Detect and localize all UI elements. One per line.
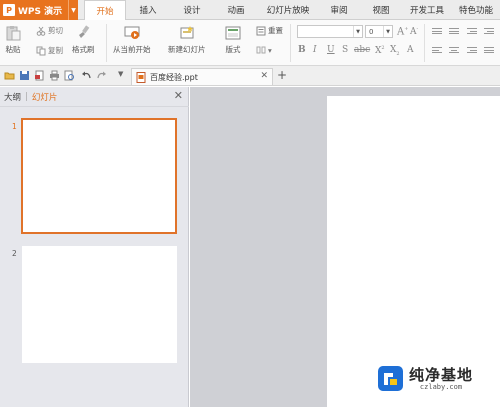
pane-header: 大纲 | 幻灯片 ✕ — [0, 87, 189, 107]
layout-label: 版式 — [225, 45, 241, 54]
document-tab[interactable]: 百度经验.ppt ✕ — [131, 68, 273, 85]
copy-icon — [36, 46, 46, 55]
tab-view[interactable]: 视图 — [360, 0, 402, 19]
slide-number-2: 2 — [12, 249, 17, 258]
paste-icon — [6, 26, 21, 41]
format-painter-button[interactable]: 格式刷 — [72, 25, 95, 55]
format-painter-label: 格式刷 — [72, 45, 95, 54]
paste-button[interactable]: 粘贴 — [5, 25, 21, 55]
paste-label: 粘贴 — [5, 45, 21, 54]
slide-thumbnail-2[interactable] — [22, 246, 177, 363]
slide-thumbnail-pane: 大纲 | 幻灯片 ✕ 1 2 — [0, 87, 189, 407]
document-tab-bar: ▼ 百度经验.ppt ✕ + — [0, 66, 500, 86]
bullet-list-icon[interactable] — [432, 28, 442, 37]
reset-button[interactable]: 重置 — [256, 25, 283, 36]
italic-icon[interactable]: I — [313, 45, 317, 55]
reset-icon — [256, 26, 266, 35]
slide-editor-area — [190, 87, 500, 407]
document-tab-filename: 百度经验.ppt — [150, 72, 198, 82]
tab-review[interactable]: 审阅 — [318, 0, 360, 19]
tab-design[interactable]: 设计 — [170, 0, 214, 19]
chevron-down-icon: ▼ — [353, 26, 362, 37]
tab-slideshow[interactable]: 幻灯片放映 — [258, 0, 318, 19]
print-icon[interactable] — [49, 70, 60, 81]
tab-developer-tools[interactable]: 开发工具 — [402, 0, 452, 19]
font-color-icon[interactable]: A — [407, 45, 414, 55]
reset-label: 重置 — [268, 26, 283, 35]
play-from-current-button[interactable]: 从当前开始 — [113, 25, 151, 55]
font-size-select[interactable]: 0 ▼ — [365, 25, 393, 38]
font-name-select[interactable]: ▼ — [297, 25, 363, 38]
tab-home[interactable]: 开始 — [84, 0, 126, 21]
play-slideshow-icon — [124, 26, 140, 39]
app-menu-dropdown-icon[interactable]: ▼ — [68, 0, 78, 20]
superscript-icon[interactable]: X2 — [375, 45, 385, 56]
new-slide-label: 新建幻灯片 — [168, 45, 206, 54]
close-pane-icon[interactable]: ✕ — [174, 89, 183, 102]
menu-bar: P WPS 演示 ▼ 开始 插入 设计 动画 幻灯片放映 审阅 视图 开发工具 … — [0, 0, 500, 21]
section-icon — [256, 46, 266, 54]
grow-font-icon[interactable]: A+ — [397, 26, 408, 37]
watermark-title: 纯净基地 — [409, 365, 474, 384]
new-slide-icon — [180, 26, 194, 39]
slide-thumbnail-1[interactable] — [21, 118, 177, 234]
ribbon-divider — [424, 24, 425, 62]
watermark-logo-icon — [378, 366, 403, 391]
close-tab-icon[interactable]: ✕ — [260, 71, 268, 81]
cut-button[interactable]: 剪切 — [36, 25, 63, 36]
watermark: 纯净基地 czlaby.com — [377, 365, 473, 392]
layout-icon — [225, 26, 241, 40]
app-menu-button[interactable]: P WPS 演示 ▼ — [0, 0, 78, 20]
ribbon-toolbar: 粘贴 剪切 复制 格式刷 从当前开始 新建幻灯片 版式 重置 ▾ ▼ 0 ▼ A… — [0, 20, 500, 66]
decrease-indent-icon[interactable] — [467, 28, 477, 37]
shadow-s-icon[interactable]: S — [342, 45, 348, 55]
align-left-icon[interactable] — [432, 47, 442, 56]
export-pdf-icon[interactable] — [34, 70, 45, 81]
section-button[interactable]: ▾ — [256, 45, 272, 55]
slide-canvas[interactable] — [327, 96, 500, 407]
numbered-list-icon[interactable] — [449, 28, 459, 37]
quick-access-dropdown-icon[interactable]: ▼ — [118, 70, 123, 78]
wps-presentation-logo-icon: P — [3, 4, 15, 16]
scissors-icon — [36, 26, 46, 36]
underline-icon[interactable]: U — [327, 45, 335, 55]
play-from-current-label: 从当前开始 — [113, 45, 151, 54]
ribbon-divider — [290, 24, 291, 62]
align-right-icon[interactable] — [467, 47, 477, 56]
strikethrough-icon[interactable]: abc — [354, 45, 370, 55]
new-slide-button[interactable]: 新建幻灯片 — [168, 25, 206, 55]
cut-label: 剪切 — [48, 26, 63, 35]
layout-button[interactable]: 版式 — [225, 25, 241, 55]
copy-button[interactable]: 复制 — [36, 45, 63, 56]
font-size-value: 0 — [369, 27, 374, 36]
increase-indent-icon[interactable] — [484, 28, 494, 37]
redo-icon[interactable] — [96, 70, 107, 81]
ppt-file-icon — [136, 71, 146, 83]
tab-animation[interactable]: 动画 — [214, 0, 258, 19]
copy-label: 复制 — [48, 46, 63, 55]
open-folder-icon[interactable] — [4, 70, 15, 81]
brush-icon — [79, 25, 90, 38]
tab-special-features[interactable]: 特色功能 — [452, 0, 500, 19]
justify-icon[interactable] — [484, 47, 494, 56]
slide-number-1: 1 — [12, 122, 17, 131]
align-center-icon[interactable] — [449, 47, 459, 56]
save-icon[interactable] — [19, 70, 30, 81]
bold-icon[interactable]: B — [298, 45, 306, 55]
tab-insert[interactable]: 插入 — [126, 0, 170, 19]
shrink-font-icon[interactable]: A- — [410, 26, 418, 37]
tab-outline[interactable]: 大纲 — [0, 91, 25, 103]
tab-slides[interactable]: 幻灯片 — [28, 91, 62, 103]
app-name: WPS 演示 — [18, 6, 63, 17]
chevron-down-icon: ▼ — [383, 26, 392, 37]
subscript-icon[interactable]: X2 — [390, 45, 400, 57]
watermark-subtitle: czlaby.com — [419, 382, 463, 391]
ribbon-divider — [106, 24, 107, 62]
new-tab-icon[interactable]: + — [277, 68, 287, 82]
section-dropdown-icon: ▾ — [268, 45, 272, 55]
undo-icon[interactable] — [81, 70, 92, 81]
print-preview-icon[interactable] — [64, 70, 75, 81]
